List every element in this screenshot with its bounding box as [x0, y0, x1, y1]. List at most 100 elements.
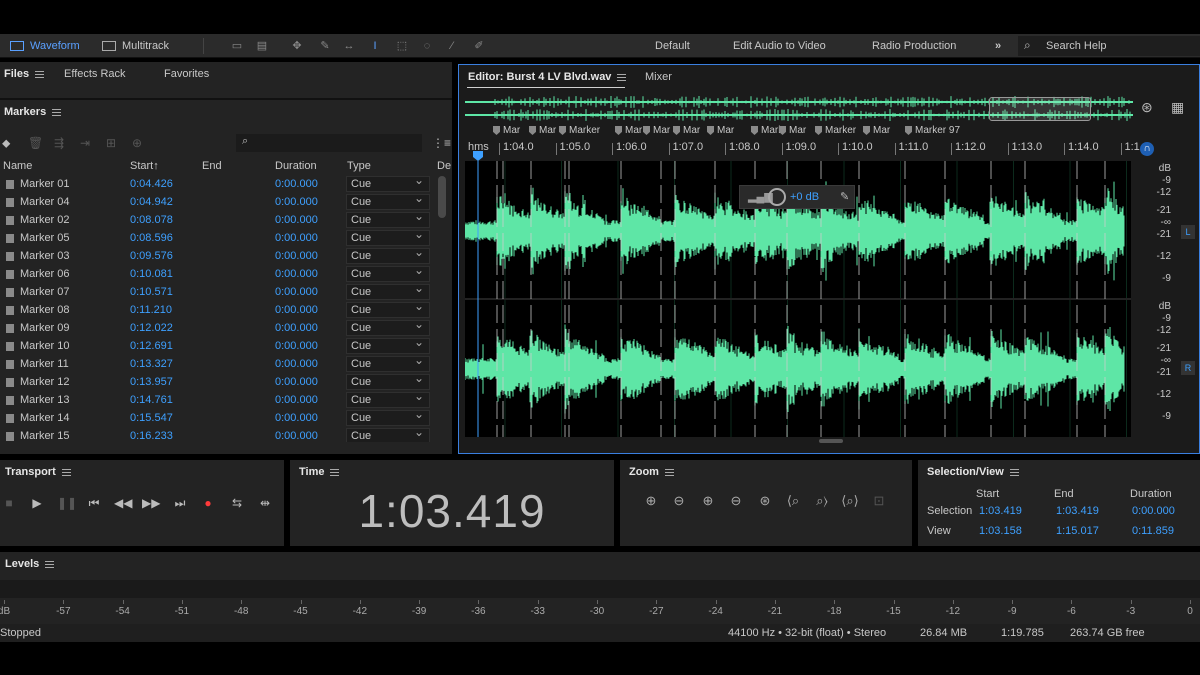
record-icon[interactable]: ● — [199, 496, 217, 510]
type-select[interactable]: Cue — [346, 425, 430, 442]
tab-effects-rack[interactable]: Effects Rack — [64, 62, 126, 86]
options-grid-icon[interactable]: ▦ — [1171, 99, 1184, 116]
playhead-handle[interactable] — [473, 151, 483, 161]
type-select[interactable]: Cue — [346, 245, 430, 264]
marker-tag[interactable]: Mar — [673, 125, 700, 137]
spectral-display-icon[interactable]: ▭ — [230, 39, 244, 53]
type-select[interactable]: Cue — [346, 263, 430, 282]
type-select[interactable]: Cue — [346, 317, 430, 336]
play-icon[interactable]: ▶ — [28, 496, 46, 510]
type-select[interactable]: Cue — [346, 227, 430, 246]
col-start[interactable]: Start↑ — [130, 158, 159, 174]
col-duration[interactable]: Duration — [275, 158, 317, 174]
overview-view-window[interactable] — [989, 97, 1091, 121]
type-select[interactable]: Cue — [346, 209, 430, 228]
stop-icon[interactable]: ■ — [0, 496, 18, 510]
selection-duration-field[interactable]: 0:00.000 — [1132, 505, 1175, 517]
pitch-display-icon[interactable]: ▤ — [255, 39, 269, 53]
zoom-out-amplitude-icon[interactable]: ⊖ — [670, 492, 688, 510]
markers-scrollbar[interactable] — [438, 176, 446, 218]
delete-marker-icon[interactable]: 🗑 — [28, 136, 43, 150]
time-selection-tool-icon[interactable]: I — [368, 39, 382, 53]
marker-tag[interactable]: Mar — [643, 125, 670, 137]
batch-process-icon[interactable]: ⊕ — [132, 136, 142, 150]
table-row[interactable]: Marker 11 0:13.327 0:00.000 Cue — [0, 353, 436, 373]
waveform-mode-button[interactable]: Waveform — [10, 34, 80, 58]
table-row[interactable]: Marker 07 0:10.571 0:00.000 Cue — [0, 281, 436, 301]
brush-tool-icon[interactable]: ⁄ — [445, 39, 459, 53]
skip-silence-icon[interactable]: ⇹ — [256, 496, 274, 510]
marker-tag[interactable]: Mar — [493, 125, 520, 137]
merge-markers-icon[interactable]: ⇶ — [54, 136, 64, 150]
table-row[interactable]: Marker 10 0:12.691 0:00.000 Cue — [0, 335, 436, 355]
type-select[interactable]: Cue — [346, 191, 430, 210]
col-end[interactable]: End — [202, 158, 222, 174]
panel-menu-icon[interactable] — [330, 468, 340, 476]
marker-tag[interactable]: Mar — [707, 125, 734, 137]
marker-tag[interactable]: Marker — [559, 125, 600, 137]
selection-end-field[interactable]: 1:03.419 — [1056, 505, 1099, 517]
marker-tag[interactable]: Mar — [615, 125, 642, 137]
type-select[interactable]: Cue — [346, 353, 430, 372]
multitrack-mode-button[interactable]: Multitrack — [102, 34, 169, 58]
channel-left-toggle[interactable]: L — [1181, 225, 1195, 239]
loop-playback-icon[interactable]: ⇆ — [228, 496, 246, 510]
panel-menu-icon[interactable] — [52, 108, 62, 116]
table-row[interactable]: Marker 09 0:12.022 0:00.000 Cue — [0, 317, 436, 337]
skip-to-end-icon[interactable]: ⏭ — [171, 496, 189, 510]
zoom-in-amplitude-icon[interactable]: ⊕ — [642, 492, 660, 510]
time-display[interactable]: 1:03.419 — [290, 484, 614, 538]
marker-tag[interactable]: Mar — [863, 125, 890, 137]
table-row[interactable]: Marker 12 0:13.957 0:00.000 Cue — [0, 371, 436, 391]
marker-tag[interactable]: Marker 97 — [905, 125, 960, 137]
panel-menu-icon[interactable] — [1009, 468, 1019, 476]
panel-menu-icon[interactable] — [45, 560, 55, 568]
table-row[interactable]: Marker 04 0:04.942 0:00.000 Cue — [0, 191, 436, 211]
table-row[interactable]: Marker 14 0:15.547 0:00.000 Cue — [0, 407, 436, 427]
zoom-to-selection-icon[interactable]: ⟨⌕⟩ — [841, 492, 859, 510]
panel-menu-icon[interactable] — [664, 468, 674, 476]
horizontal-scroll-handle[interactable] — [819, 439, 843, 443]
table-row[interactable]: Marker 15 0:16.233 0:00.000 Cue — [0, 425, 436, 442]
view-duration-field[interactable]: 0:11.859 — [1132, 525, 1174, 537]
workspace-radio-production[interactable]: Radio Production — [872, 34, 956, 58]
col-description[interactable]: De — [437, 158, 451, 174]
move-tool-icon[interactable]: ✥ — [290, 39, 304, 53]
table-row[interactable]: Marker 06 0:10.081 0:00.000 Cue — [0, 263, 436, 283]
col-type[interactable]: Type — [347, 158, 371, 174]
skip-to-start-icon[interactable]: ⏮ — [85, 496, 103, 510]
table-row[interactable]: Marker 02 0:08.078 0:00.000 Cue — [0, 209, 436, 229]
fast-forward-icon[interactable]: ▶▶ — [142, 496, 160, 510]
tab-editor[interactable]: Editor: Burst 4 LV Blvd.wav — [468, 65, 627, 89]
type-select[interactable]: Cue — [346, 174, 430, 192]
marker-options-icon[interactable]: ⋮≡ — [432, 136, 451, 150]
hud-gain[interactable]: ▂▄▆ +0 dB ✎ — [739, 185, 855, 209]
search-help-field[interactable]: ⌕ Search Help — [1018, 36, 1200, 56]
type-select[interactable]: Cue — [346, 371, 430, 390]
gain-value[interactable]: +0 dB — [790, 191, 819, 203]
tab-mixer[interactable]: Mixer — [645, 65, 672, 89]
lasso-tool-icon[interactable]: ◌ — [420, 39, 434, 53]
panel-menu-icon[interactable] — [617, 73, 627, 81]
table-row[interactable]: Marker 03 0:09.576 0:00.000 Cue — [0, 245, 436, 265]
add-marker-icon[interactable]: ⬥ — [2, 136, 10, 151]
marquee-tool-icon[interactable]: ⬚ — [395, 39, 409, 53]
marker-tag[interactable]: Mar — [529, 125, 556, 137]
zoom-to-selected-clips-icon[interactable]: ⊡ — [870, 492, 888, 510]
table-row[interactable]: Marker 08 0:11.210 0:00.000 Cue — [0, 299, 436, 319]
pin-icon[interactable]: ✎ — [840, 190, 849, 203]
type-select[interactable]: Cue — [346, 299, 430, 318]
type-select[interactable]: Cue — [346, 407, 430, 426]
zoom-in-at-in-point-icon[interactable]: ⟨⌕ — [784, 492, 802, 510]
table-row[interactable]: Marker 01 0:04.426 0:00.000 Cue — [0, 174, 436, 193]
tab-favorites[interactable]: Favorites — [164, 62, 209, 86]
zoom-out-full-icon[interactable]: ⊛ — [756, 492, 774, 510]
col-name[interactable]: Name — [3, 158, 32, 174]
type-select[interactable]: Cue — [346, 281, 430, 300]
panel-menu-icon[interactable] — [35, 70, 45, 78]
marker-search-input[interactable]: ⌕ — [236, 134, 422, 152]
table-row[interactable]: Marker 05 0:08.596 0:00.000 Cue — [0, 227, 436, 247]
channel-right-toggle[interactable]: R — [1181, 361, 1195, 375]
zoom-out-time-icon[interactable]: ⊖ — [727, 492, 745, 510]
workspace-default[interactable]: Default — [655, 34, 690, 58]
